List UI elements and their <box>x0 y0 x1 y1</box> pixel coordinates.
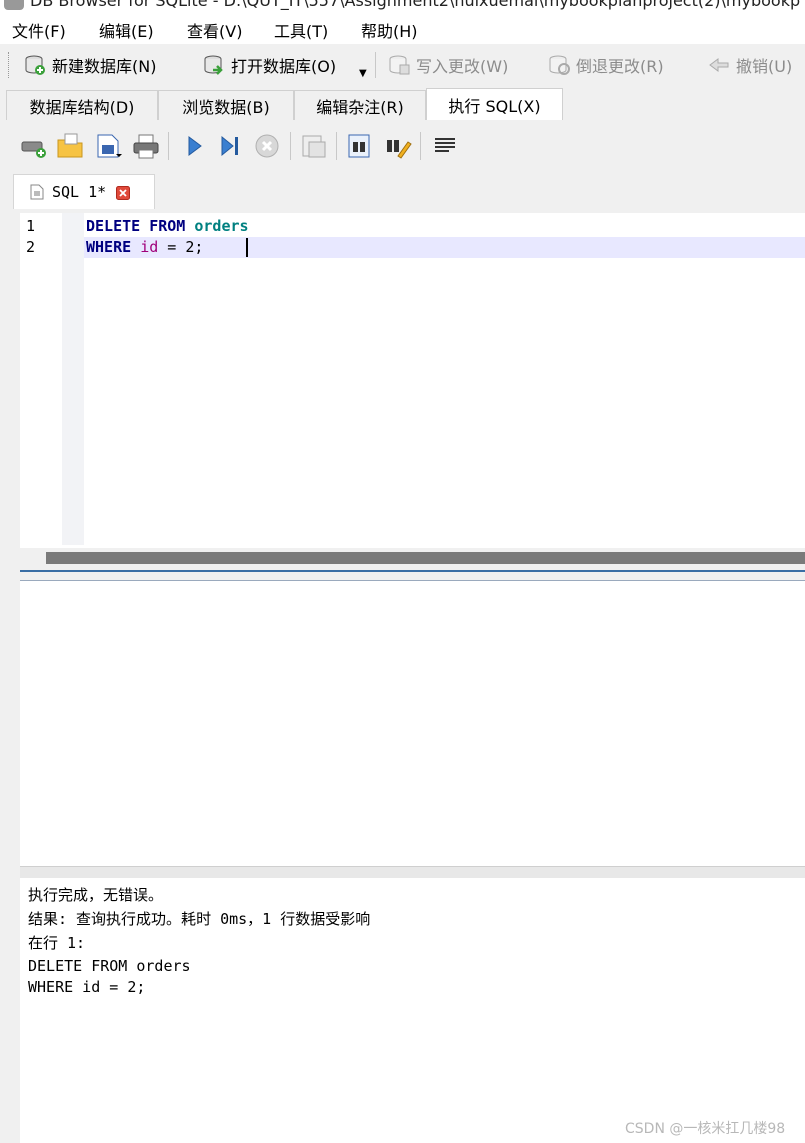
sql-editor[interactable] <box>20 213 805 548</box>
open-database-label: 打开数据库(O) <box>231 57 337 76</box>
menu-file[interactable]: 文件(F) <box>12 18 66 42</box>
message-line: 在行 1: <box>28 934 86 952</box>
toolbar-separator <box>375 52 376 78</box>
sql-table-name: orders <box>194 217 249 235</box>
open-database-button[interactable]: 打开数据库(O) <box>203 52 336 78</box>
text-cursor <box>246 238 248 257</box>
fold-margin <box>62 213 84 545</box>
menu-bar: 文件(F) 编辑(E) 查看(V) 工具(T) 帮助(H) <box>0 12 805 44</box>
code-line[interactable]: WHERE id = 2; <box>86 238 203 256</box>
editor-horizontal-scrollbar[interactable] <box>46 552 805 564</box>
revert-changes-icon <box>548 54 570 76</box>
new-database-label: 新建数据库(N) <box>52 57 157 76</box>
menu-view[interactable]: 查看(V) <box>187 18 242 42</box>
new-database-button[interactable]: 新建数据库(N) <box>24 52 156 78</box>
results-grid[interactable] <box>20 581 805 866</box>
menu-help[interactable]: 帮助(H) <box>361 18 418 42</box>
window-title-bar: DB Browser for SQLite - D:\QUT_IT\557\As… <box>0 0 805 12</box>
open-sql-file-icon[interactable] <box>56 132 84 160</box>
new-database-icon <box>24 54 46 76</box>
close-tab-icon[interactable] <box>116 185 131 200</box>
undo-icon <box>708 54 730 76</box>
message-line: 执行完成，无错误。 <box>28 886 164 904</box>
print-icon[interactable] <box>132 132 160 160</box>
tab-edit-pragmas[interactable]: 编辑杂注(R) <box>294 90 426 120</box>
tab-execute-sql[interactable]: 执行 SQL(X) <box>426 88 563 121</box>
menu-edit[interactable]: 编辑(E) <box>99 18 154 42</box>
write-changes-button[interactable]: 写入更改(W) <box>388 52 508 78</box>
tab-database-structure[interactable]: 数据库结构(D) <box>6 90 158 120</box>
open-database-icon <box>203 54 225 76</box>
stop-execution-icon[interactable] <box>253 132 281 160</box>
sql-identifier: id <box>140 238 159 256</box>
toolbar-separator <box>420 132 421 160</box>
execute-all-icon[interactable] <box>180 132 208 160</box>
toolbar-separator <box>168 132 169 160</box>
window-title: DB Browser for SQLite - D:\QUT_IT\557\As… <box>30 0 801 10</box>
sql-text: = 2; <box>158 238 204 256</box>
undo-button[interactable]: 撤销(U) <box>708 52 792 78</box>
tab-label: 浏览数据(B) <box>182 97 270 117</box>
message-line: WHERE id = 2; <box>28 978 146 996</box>
comment-lines-icon[interactable] <box>432 132 460 160</box>
app-icon <box>4 0 24 10</box>
open-tab-icon[interactable] <box>20 132 48 160</box>
toolbar-separator <box>336 132 337 160</box>
line-number: 2 <box>26 238 36 256</box>
revert-changes-button[interactable]: 倒退更改(R) <box>548 52 664 78</box>
sql-editor-tab[interactable]: SQL 1* <box>13 174 155 209</box>
line-number: 1 <box>26 217 36 235</box>
save-results-icon[interactable] <box>300 132 328 160</box>
editor-results-splitter[interactable] <box>20 570 805 572</box>
write-changes-icon <box>388 54 410 76</box>
sql-keyword: WHERE <box>86 238 132 256</box>
watermark: CSDN @一核米扛几楼98 <box>625 1121 786 1137</box>
sql-file-icon <box>30 184 44 200</box>
tab-browse-data[interactable]: 浏览数据(B) <box>158 90 294 120</box>
find-icon[interactable] <box>346 132 374 160</box>
message-line: 结果: 查询执行成功。耗时 0ms，1 行数据受影响 <box>28 910 371 928</box>
sql-tab-label: SQL 1* <box>52 183 107 201</box>
undo-label: 撤销(U) <box>736 57 793 76</box>
tab-label: 数据库结构(D) <box>29 97 135 117</box>
code-line[interactable]: DELETE FROM orders <box>86 217 249 235</box>
message-line: DELETE FROM orders <box>28 957 191 975</box>
execute-current-line-icon[interactable] <box>216 132 244 160</box>
save-sql-file-icon[interactable] <box>94 132 122 160</box>
menu-tools[interactable]: 工具(T) <box>274 18 328 42</box>
open-database-dropdown-icon[interactable]: ▼ <box>359 68 367 79</box>
tab-label: 执行 SQL(X) <box>448 97 541 116</box>
write-changes-label: 写入更改(W) <box>416 57 509 76</box>
sql-keyword: FROM <box>149 217 186 235</box>
sql-keyword: DELETE <box>86 217 141 235</box>
find-replace-icon[interactable] <box>384 132 412 160</box>
toolbar-separator <box>290 132 291 160</box>
tab-label: 编辑杂注(R) <box>316 97 404 117</box>
revert-changes-label: 倒退更改(R) <box>576 57 664 76</box>
toolbar-grip[interactable] <box>8 52 11 78</box>
